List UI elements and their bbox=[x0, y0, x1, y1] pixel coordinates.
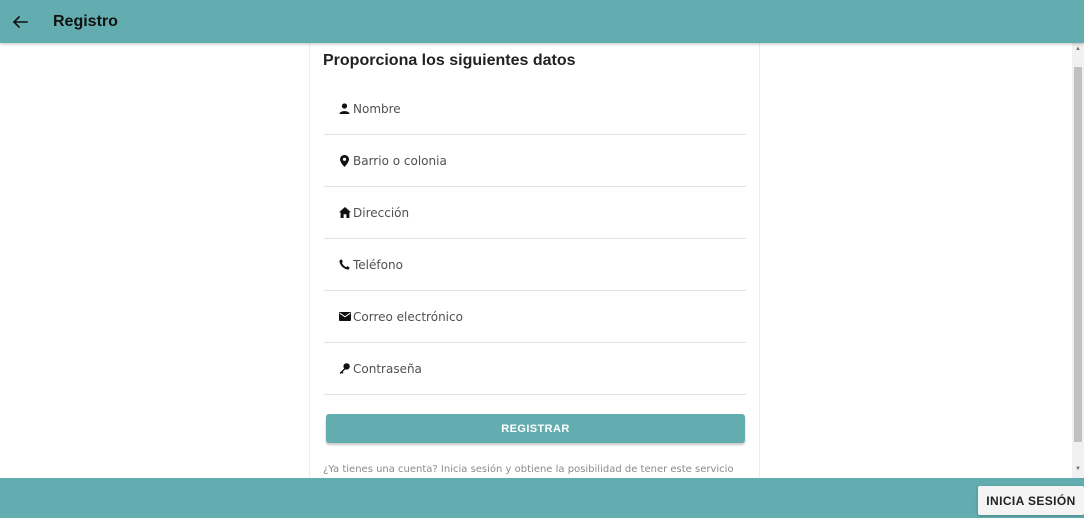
main-content: Proporciona los siguientes datos Nombre … bbox=[0, 43, 1084, 478]
mail-icon bbox=[338, 310, 351, 323]
registration-form: Proporciona los siguientes datos Nombre … bbox=[309, 43, 760, 478]
login-hint-text: ¿Ya tienes una cuenta? Inicia sesión y o… bbox=[323, 464, 734, 475]
key-icon bbox=[338, 362, 351, 375]
scroll-up-arrow-icon[interactable]: ▲ bbox=[1072, 43, 1084, 55]
password-input[interactable] bbox=[353, 361, 713, 376]
scrollbar[interactable]: ▲ ▼ bbox=[1072, 43, 1084, 478]
name-input[interactable] bbox=[353, 101, 713, 116]
login-button[interactable]: INICIA SESIÓN bbox=[978, 486, 1084, 515]
scrollbar-thumb[interactable] bbox=[1074, 67, 1082, 442]
email-field[interactable] bbox=[324, 291, 746, 343]
arrow-left-icon bbox=[12, 15, 28, 28]
location-pin-icon bbox=[338, 154, 351, 167]
register-button[interactable]: REGISTRAR bbox=[326, 414, 745, 443]
name-field[interactable] bbox=[324, 83, 746, 135]
back-button[interactable] bbox=[2, 4, 38, 40]
app-bar: Registro bbox=[0, 0, 1084, 43]
address-input[interactable] bbox=[353, 205, 713, 220]
form-heading: Proporciona los siguientes datos bbox=[323, 52, 576, 69]
email-input[interactable] bbox=[353, 309, 713, 324]
bottom-bar bbox=[0, 478, 1084, 518]
phone-field[interactable] bbox=[324, 239, 746, 291]
phone-icon bbox=[338, 258, 351, 271]
page-title: Registro bbox=[53, 12, 118, 30]
scroll-down-arrow-icon[interactable]: ▼ bbox=[1072, 463, 1084, 475]
neighborhood-input[interactable] bbox=[353, 153, 713, 168]
password-field[interactable] bbox=[324, 343, 746, 395]
phone-input[interactable] bbox=[353, 257, 713, 272]
address-field[interactable] bbox=[324, 187, 746, 239]
home-icon bbox=[338, 206, 351, 219]
person-icon bbox=[338, 102, 351, 115]
neighborhood-field[interactable] bbox=[324, 135, 746, 187]
